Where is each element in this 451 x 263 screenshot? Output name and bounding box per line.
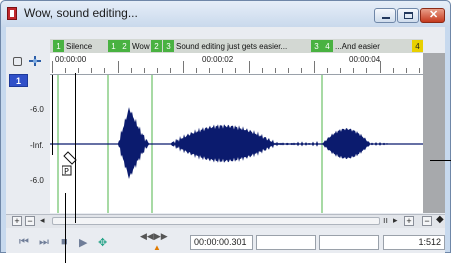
marker-4[interactable]: 4 ...And easier	[322, 39, 380, 53]
zoom-out-button[interactable]: −	[422, 216, 432, 226]
play-looped-icon[interactable]: ✥	[98, 236, 107, 249]
track-number[interactable]: 1	[9, 74, 28, 87]
marker-1-end[interactable]: 1	[108, 39, 119, 53]
marker-1[interactable]: 1 Silence	[53, 39, 92, 53]
ruler-tick	[196, 68, 198, 73]
pencil-cursor-icon: P	[62, 151, 77, 176]
waveform-path	[50, 107, 423, 179]
ruler-tick	[222, 68, 224, 73]
maximize-button[interactable]	[397, 8, 419, 23]
ruler-tick	[418, 68, 420, 73]
zoom-in-button[interactable]: +	[404, 216, 414, 226]
ruler-tick	[248, 61, 250, 73]
marker-3[interactable]: 3 Sound editing just gets easier...	[163, 39, 287, 53]
ruler-tick	[209, 68, 211, 73]
ruler-tick	[379, 61, 381, 73]
ruler-tick	[143, 68, 145, 73]
pointer-line	[75, 73, 76, 223]
ruler-label: 00:00:00	[55, 55, 87, 64]
db-label: -6.0	[30, 105, 44, 114]
ruler-tick	[405, 68, 407, 73]
ruler-label: 00:00:04	[349, 55, 381, 64]
ruler-label: 00:00:02	[202, 55, 234, 64]
ruler-tick	[392, 68, 394, 73]
marker-2-end[interactable]: 2	[151, 39, 162, 53]
zoom-in-vertical-button[interactable]: +	[12, 216, 22, 226]
rate-indicator-icon[interactable]: ▲	[153, 243, 161, 252]
lock-icon[interactable]	[13, 57, 22, 66]
close-button[interactable]: ✕	[420, 8, 445, 23]
ruler-tick	[300, 68, 302, 73]
ruler-tick	[183, 61, 184, 73]
ruler-tick	[91, 68, 93, 73]
ruler-tick	[130, 68, 132, 73]
window-title: Wow, sound editing...	[24, 6, 138, 20]
marker-4-end[interactable]: 4	[412, 39, 423, 53]
scroll-right-icon[interactable]: ▸	[393, 215, 398, 226]
horizontal-scrollbar[interactable]	[52, 217, 380, 225]
ruler-tick	[261, 68, 263, 73]
marker-flag: 4	[322, 40, 333, 52]
play-button[interactable]: ▶	[79, 236, 87, 249]
zoom-out-vertical-button[interactable]: −	[25, 216, 35, 226]
ruler-tick	[117, 61, 119, 73]
ruler-tick	[366, 68, 368, 73]
ruler-tick	[169, 68, 171, 73]
ruler-tick	[65, 68, 67, 73]
playback-rate-icon[interactable]: ◀◀▶▶	[140, 231, 168, 242]
ruler-tick	[327, 68, 329, 73]
snap-icon[interactable]	[28, 55, 42, 67]
cursor-line	[52, 75, 53, 155]
db-label: -6.0	[30, 176, 44, 185]
scroll-left-icon[interactable]: ◂	[40, 215, 45, 226]
app-icon	[7, 7, 17, 20]
selection-end-field[interactable]	[319, 235, 379, 250]
close-icon: ✕	[429, 9, 439, 21]
ruler-tick	[235, 68, 237, 73]
ruler-tick	[287, 68, 289, 73]
marker-label: Silence	[66, 41, 93, 51]
ruler-tick	[52, 61, 53, 73]
marker-flag: 1	[108, 40, 119, 52]
time-display[interactable]: 00:00:00.301	[190, 235, 253, 250]
maximize-icon	[404, 12, 413, 19]
ruler-tick	[353, 68, 355, 73]
marker-label: ...And easier	[335, 41, 380, 51]
zoom-ratio-display[interactable]: 1:512	[383, 235, 445, 250]
scroll-grip-icon: ıı	[383, 215, 389, 225]
selection-start-field[interactable]	[256, 235, 316, 250]
ruler-tick	[104, 68, 106, 73]
marker-flag: 2	[119, 40, 130, 52]
marker-flag: 1	[53, 40, 64, 52]
marker-3-end[interactable]: 3	[311, 39, 322, 53]
zoom-toggle-icon[interactable]: ◆	[436, 214, 444, 225]
marker-flag: 4	[412, 40, 423, 52]
ruler-tick	[274, 68, 276, 73]
ruler-tick	[340, 68, 342, 73]
marker-label: Wow	[132, 41, 150, 51]
ruler-tick	[78, 68, 80, 73]
waveform	[50, 75, 423, 213]
ruler-tick	[156, 68, 158, 73]
minimize-button[interactable]	[374, 8, 396, 23]
pointer-line	[430, 160, 451, 161]
go-to-end-button[interactable]: ⏭	[39, 236, 49, 249]
svg-text:P: P	[64, 167, 69, 176]
pointer-line	[65, 193, 66, 263]
ruler-tick	[314, 61, 315, 73]
marker-flag: 3	[311, 40, 322, 52]
go-to-start-button[interactable]: ⏮	[19, 236, 29, 249]
marker-flag: 3	[163, 40, 174, 52]
marker-2[interactable]: 2 Wow	[119, 39, 150, 53]
db-label: -Inf.	[30, 141, 44, 150]
marker-flag: 2	[151, 40, 162, 52]
post-end-region	[423, 53, 445, 213]
minimize-icon	[382, 17, 390, 19]
marker-label: Sound editing just gets easier...	[176, 41, 288, 51]
